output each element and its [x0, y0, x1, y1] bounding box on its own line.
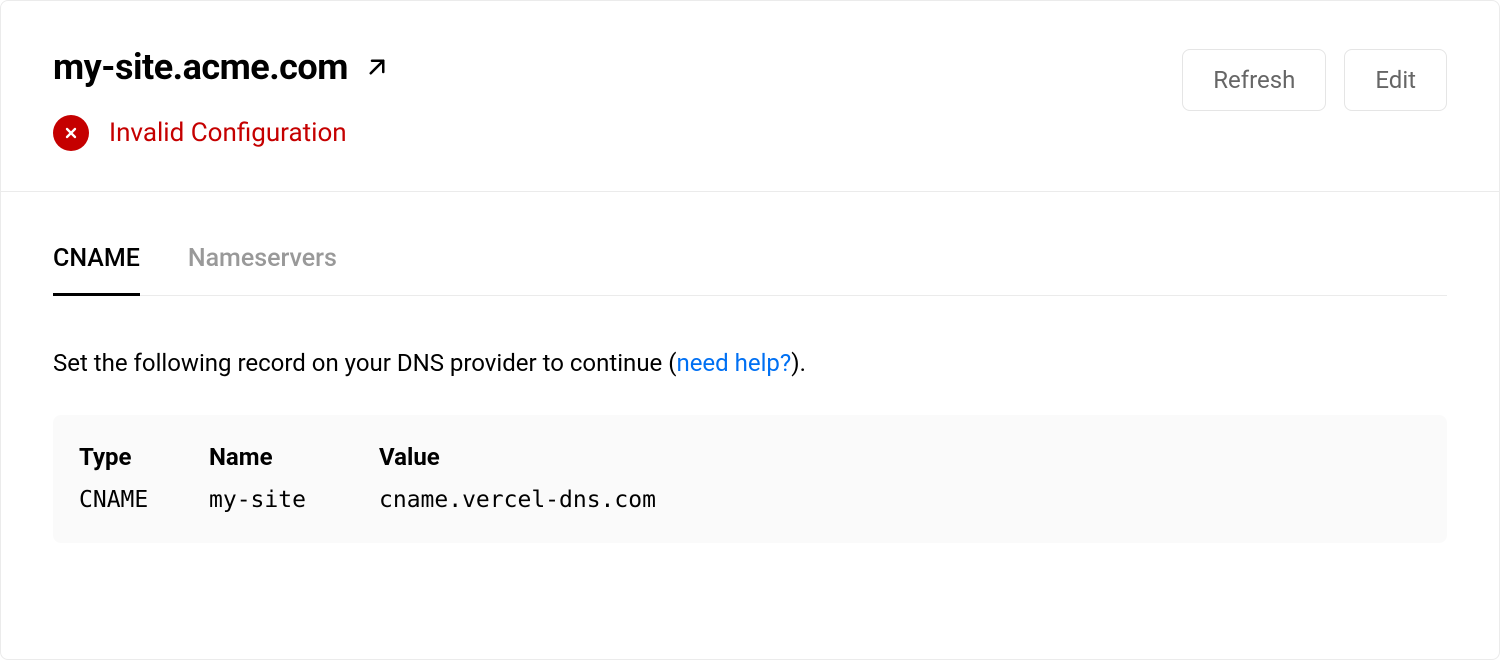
header-left: my-site.acme.com Invalid Configuration — [53, 49, 392, 151]
domain-title-link[interactable]: my-site.acme.com — [53, 49, 392, 85]
status-row: Invalid Configuration — [53, 115, 392, 151]
tab-cname[interactable]: CNAME — [53, 244, 140, 296]
record-type: CNAME — [79, 487, 209, 513]
domain-config-card: my-site.acme.com Invalid Configuration R… — [0, 0, 1500, 660]
external-link-icon — [362, 52, 392, 82]
instruction-text: Set the following record on your DNS pro… — [53, 348, 1447, 379]
header-actions: Refresh Edit — [1182, 49, 1447, 111]
record-name: my-site — [209, 487, 379, 513]
col-header-name: Name — [209, 443, 379, 471]
tab-nameservers[interactable]: Nameservers — [188, 244, 337, 296]
error-icon — [53, 115, 89, 151]
domain-name: my-site.acme.com — [53, 49, 348, 85]
status-text: Invalid Configuration — [109, 118, 347, 148]
record-data-row: CNAME my-site cname.vercel-dns.com — [79, 487, 1421, 513]
instruction-prefix: Set the following record on your DNS pro… — [53, 349, 676, 377]
instruction-suffix: ). — [791, 349, 806, 377]
edit-button[interactable]: Edit — [1344, 49, 1447, 111]
col-header-type: Type — [79, 443, 209, 471]
card-header: my-site.acme.com Invalid Configuration R… — [1, 1, 1499, 192]
config-tabs: CNAME Nameservers — [53, 244, 1447, 296]
card-body: CNAME Nameservers Set the following reco… — [1, 192, 1499, 591]
refresh-button[interactable]: Refresh — [1182, 49, 1326, 111]
record-value: cname.vercel-dns.com — [379, 487, 1421, 513]
record-header-row: Type Name Value — [79, 443, 1421, 471]
col-header-value: Value — [379, 443, 1421, 471]
dns-record-box: Type Name Value CNAME my-site cname.verc… — [53, 415, 1447, 543]
need-help-link[interactable]: need help? — [676, 349, 791, 377]
